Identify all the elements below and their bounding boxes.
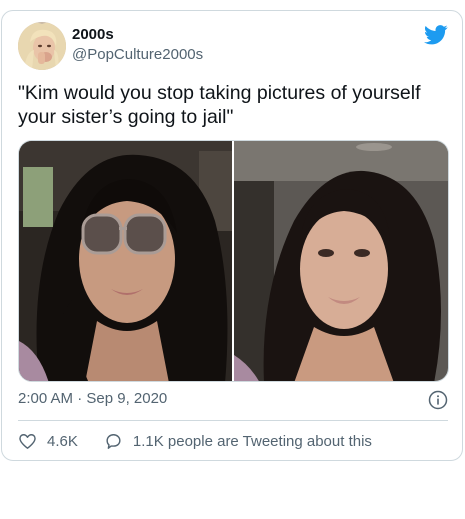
tweet-media[interactable] [18, 140, 449, 382]
like-count: 4.6K [47, 432, 78, 450]
tweet-text: "Kim would you stop taking pictures of y… [18, 82, 421, 128]
speech-bubble-icon [106, 433, 121, 449]
reply-text: 1.1K people are Tweeting about this [132, 432, 372, 450]
author-avatar[interactable] [18, 22, 66, 70]
twitter-bird-icon[interactable] [424, 25, 448, 45]
avatar-image [18, 22, 66, 70]
tweet-photo-1[interactable] [19, 141, 232, 381]
author-display-name[interactable]: 2000s [72, 26, 114, 43]
tweet-timestamp[interactable]: 2:00 AM · Sep 9, 2020 [18, 390, 167, 407]
heart-icon [19, 433, 36, 449]
tweet-actions: 4.6K 1.1K people are Tweeting about this [18, 431, 372, 451]
info-icon[interactable] [428, 390, 448, 410]
photo-car-selfie [234, 141, 448, 381]
author-handle[interactable]: @PopCulture2000s [72, 46, 203, 63]
tweet-card[interactable]: 2000s @PopCulture2000s "Kim would you st… [1, 10, 463, 461]
reply-button[interactable]: 1.1K people are Tweeting about this [104, 432, 372, 451]
like-button[interactable]: 4.6K [18, 432, 78, 451]
divider [18, 420, 448, 421]
tweet-photo-2[interactable] [234, 141, 448, 381]
photo-sunglasses-selfie [19, 141, 232, 381]
